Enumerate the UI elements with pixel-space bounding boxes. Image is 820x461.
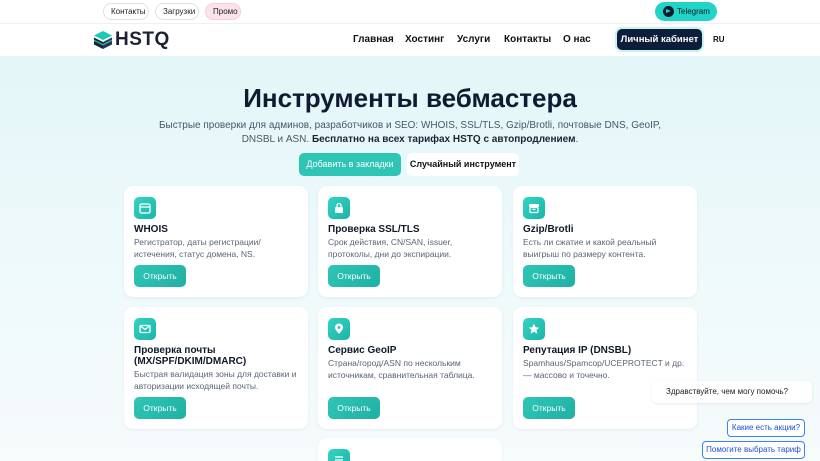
tool-card-mail: Проверка почты (MX/SPF/DKIM/DMARC) Быстр… [124, 307, 308, 429]
nav-item-contacts[interactable]: Контакты [504, 34, 551, 45]
tool-card-dnsbl: Репутация IP (DNSBL) Spamhaus/Spamcop/UC… [513, 307, 697, 429]
card-description: Страна/город/ASN по нескольким источника… [328, 358, 475, 380]
lock-icon [328, 197, 350, 219]
open-ssl-button[interactable]: Открыть [328, 265, 380, 287]
archive-icon [523, 197, 545, 219]
mail-icon [134, 318, 156, 340]
add-bookmark-button[interactable]: Добавить в закладки [299, 153, 401, 176]
telegram-label: Telegram [677, 7, 710, 16]
random-tool-button[interactable]: Случайный инструмент [407, 153, 519, 176]
chat-option-promotions[interactable]: Какие есть акции? [727, 419, 805, 437]
telegram-icon [663, 6, 674, 17]
card-description: Быстрая валидация зоны для доставки и ав… [134, 369, 297, 391]
telegram-button[interactable]: Telegram [655, 2, 717, 21]
tool-card-whois: WHOIS Регистратор, даты регистрации/ ист… [124, 186, 308, 297]
top-utility-bar: Контакты Загрузки Промо Telegram [0, 0, 820, 24]
card-title: Gzip/Brotli [523, 224, 574, 235]
logo-text: HSTQ [115, 29, 170, 50]
nav-item-services[interactable]: Услуги [457, 34, 490, 45]
language-switcher[interactable]: RU [713, 35, 725, 44]
card-description: Регистратор, даты регистрации/ истечения… [134, 237, 261, 259]
tool-card-ssl: Проверка SSL/TLS Срок действия, CN/SAN, … [318, 186, 502, 297]
topbar-link-contacts[interactable]: Контакты [103, 3, 149, 20]
topbar-link-promo[interactable]: Промо [205, 3, 241, 20]
open-mail-button[interactable]: Открыть [134, 397, 186, 419]
document-icon [328, 449, 350, 461]
map-pin-icon [328, 318, 350, 340]
card-title: Проверка почты (MX/SPF/DKIM/DMARC) [134, 345, 247, 367]
card-description: Spamhaus/Spamcop/UCEPROTECT и др. — масс… [523, 358, 685, 380]
open-geoip-button[interactable]: Открыть [328, 397, 380, 419]
card-title: Сервис GeoIP [328, 345, 397, 356]
chat-option-choose-plan[interactable]: Помогите выбрать тариф [702, 441, 805, 459]
nav-item-hosting[interactable]: Хостинг [405, 34, 444, 45]
open-gzip-button[interactable]: Открыть [523, 265, 575, 287]
topbar-link-downloads[interactable]: Загрузки [155, 3, 199, 20]
card-title: Проверка SSL/TLS [328, 224, 420, 235]
star-icon [523, 318, 545, 340]
card-description: Срок действия, CN/SAN, issuer, протоколы… [328, 237, 453, 259]
logo[interactable]: HSTQ [93, 29, 170, 51]
page-title: Инструменты вебмастера [243, 83, 577, 113]
page-subtitle: Быстрые проверки для админов, разработчи… [155, 119, 665, 147]
subtitle-end: . [575, 134, 579, 145]
card-description: Есть ли сжатие и какой реальный выигрыш … [523, 237, 657, 259]
main-navigation: HSTQ Главная Хостинг Услуги Контакты О н… [0, 24, 820, 56]
calendar-icon [134, 197, 156, 219]
card-title: WHOIS [134, 224, 168, 235]
card-title: Репутация IP (DNSBL) [523, 345, 632, 356]
tool-card-gzip: Gzip/Brotli Есть ли сжатие и какой реаль… [513, 186, 697, 297]
logo-cube-icon [94, 31, 112, 49]
personal-cabinet-button[interactable]: Личный кабинет [617, 29, 702, 50]
tool-card-partial [318, 438, 502, 461]
open-dnsbl-button[interactable]: Открыть [523, 397, 575, 419]
tool-card-geoip: Сервис GeoIP Страна/город/ASN по несколь… [318, 307, 502, 429]
chat-greeting-bubble: Здравствуйте, чем могу помочь? [652, 381, 812, 403]
subtitle-bold: Бесплатно на всех тарифах HSTQ с автопро… [311, 134, 576, 145]
open-whois-button[interactable]: Открыть [134, 265, 186, 287]
nav-item-about[interactable]: О нас [563, 34, 591, 45]
nav-item-home[interactable]: Главная [353, 34, 394, 45]
